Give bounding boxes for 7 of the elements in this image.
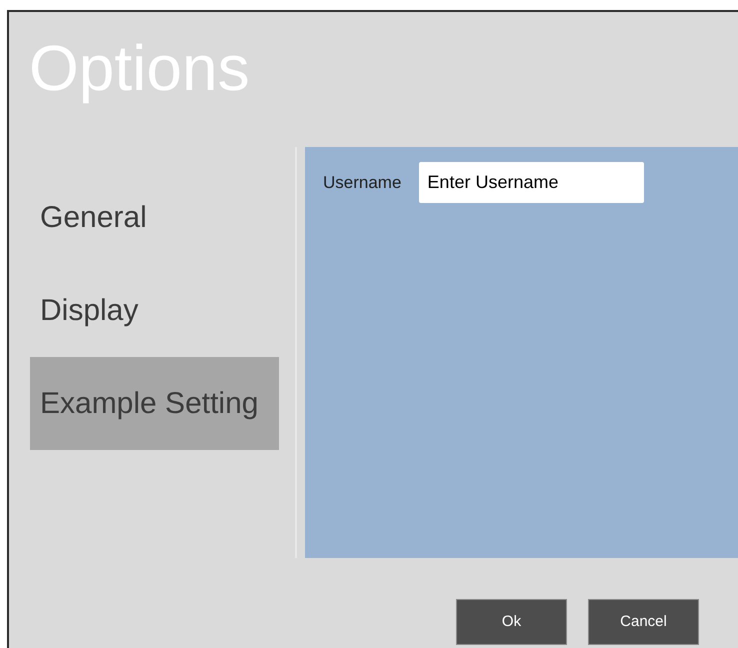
sidebar-item[interactable]: Example Setting [30, 357, 279, 450]
sidebar-item[interactable]: Display [30, 264, 279, 357]
dialog-button[interactable]: Cancel [588, 599, 699, 645]
field-label: Username [323, 172, 402, 194]
username-field[interactable]: Enter Username [419, 162, 644, 203]
sidebar-item[interactable]: General [30, 171, 279, 264]
dialog-button[interactable]: Ok [456, 599, 567, 645]
